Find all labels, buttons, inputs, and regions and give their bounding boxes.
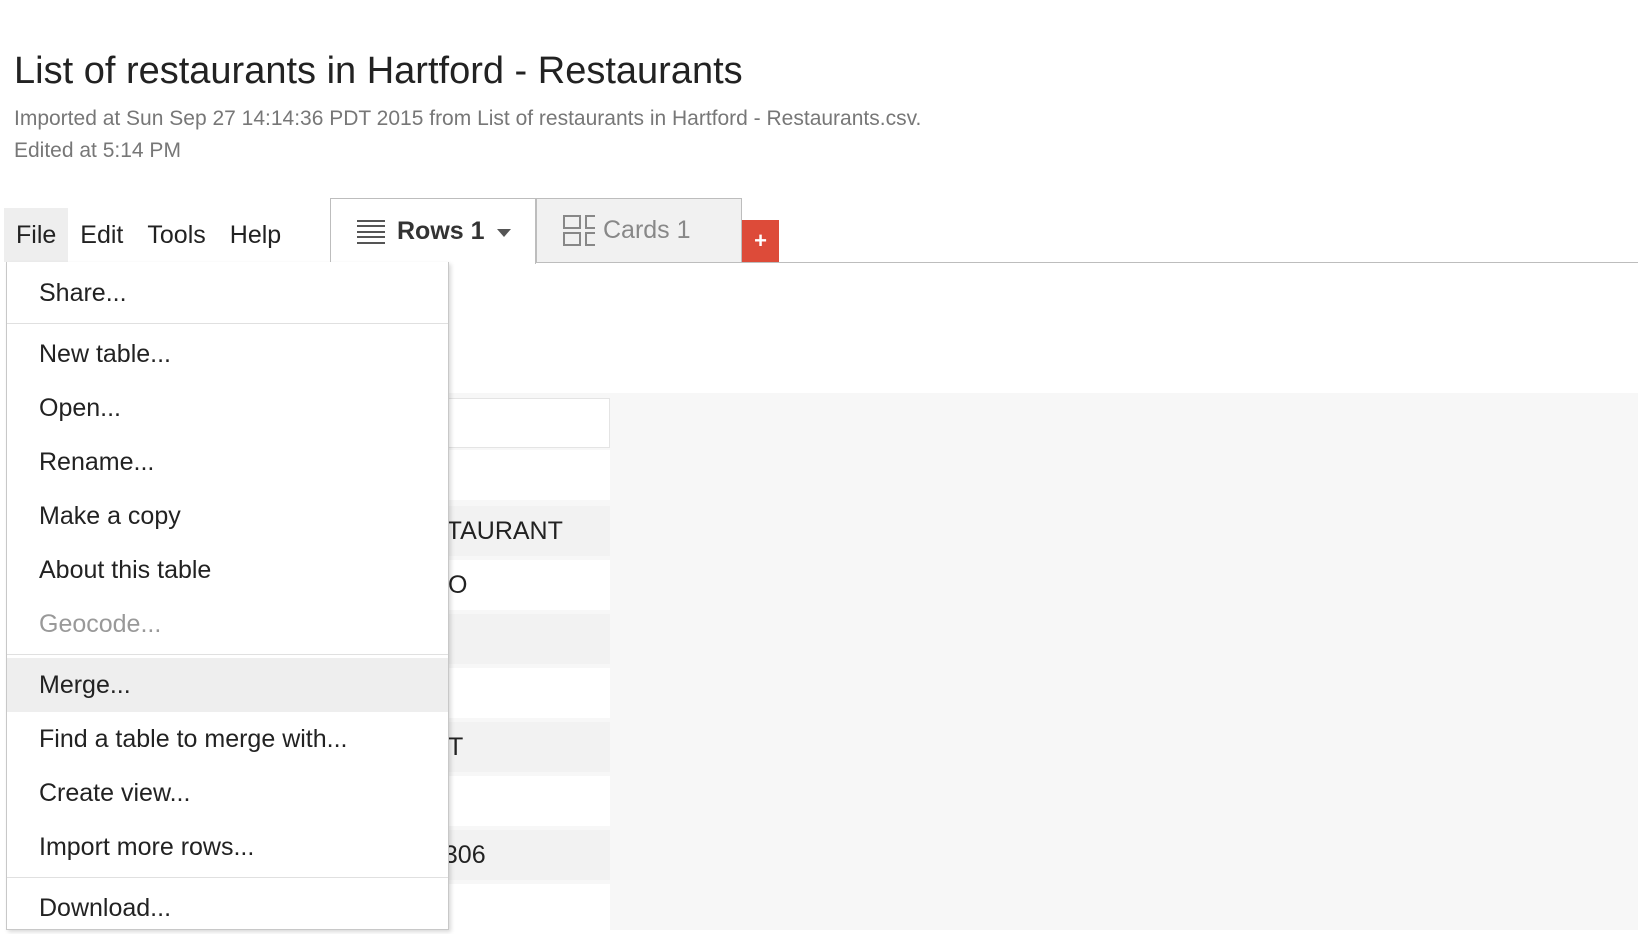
cell-text: STAURANT <box>430 517 563 545</box>
table-header-cell <box>430 398 610 448</box>
menu-item-new-table[interactable]: New table... <box>7 327 448 381</box>
tab-bar-divider <box>430 262 1638 263</box>
table-cell: NT <box>430 722 610 772</box>
menu-separator <box>7 323 448 324</box>
menu-item-find-merge[interactable]: Find a table to merge with... <box>7 712 448 766</box>
file-menu-dropdown: Share... New table... Open... Rename... … <box>6 262 449 930</box>
edit-info: Edited at 5:14 PM <box>14 139 181 162</box>
cards-icon <box>563 214 595 247</box>
menu-item-make-copy[interactable]: Make a copy <box>7 489 448 543</box>
page-title: List of restaurants in Hartford - Restau… <box>14 50 743 92</box>
import-info: Imported at Sun Sep 27 14:14:36 PDT 2015… <box>14 107 922 130</box>
menu-item-about[interactable]: About this table <box>7 543 448 597</box>
table-cell <box>430 884 610 934</box>
table-cell <box>430 668 610 718</box>
table-cell: STAURANT <box>430 506 610 556</box>
menu-separator <box>7 877 448 878</box>
table-cell <box>430 614 610 664</box>
menu-item-import-rows[interactable]: Import more rows... <box>7 820 448 874</box>
table-cell <box>430 776 610 826</box>
tab-rows[interactable]: Rows 1 <box>330 198 536 264</box>
table-cell <box>430 450 610 500</box>
menu-tools[interactable]: Tools <box>135 208 217 262</box>
menu-item-geocode: Geocode... <box>39 610 162 638</box>
tab-rows-label: Rows 1 <box>397 217 485 245</box>
table-area <box>430 393 1638 930</box>
tab-cards-label: Cards 1 <box>603 216 691 244</box>
menu-bar: File Edit Tools Help <box>4 208 293 262</box>
menu-item-share[interactable]: Share... <box>7 266 448 320</box>
chevron-down-icon[interactable] <box>496 229 511 237</box>
table-cell: DO <box>430 560 610 610</box>
menu-file[interactable]: File <box>4 208 69 262</box>
menu-item-create-view[interactable]: Create view... <box>7 766 448 820</box>
menu-item-rename[interactable]: Rename... <box>7 435 448 489</box>
menu-separator <box>7 654 448 655</box>
menu-help[interactable]: Help <box>218 208 293 262</box>
menu-item-merge[interactable]: Merge... <box>7 658 448 712</box>
menu-edit[interactable]: Edit <box>68 208 135 262</box>
add-tab-button[interactable]: + <box>742 220 779 262</box>
menu-item-open[interactable]: Open... <box>7 381 448 435</box>
tab-cards[interactable]: Cards 1 <box>536 198 742 262</box>
menu-item-download[interactable]: Download... <box>7 881 448 929</box>
list-icon <box>357 219 385 244</box>
table-cell: 7306 <box>430 830 610 880</box>
